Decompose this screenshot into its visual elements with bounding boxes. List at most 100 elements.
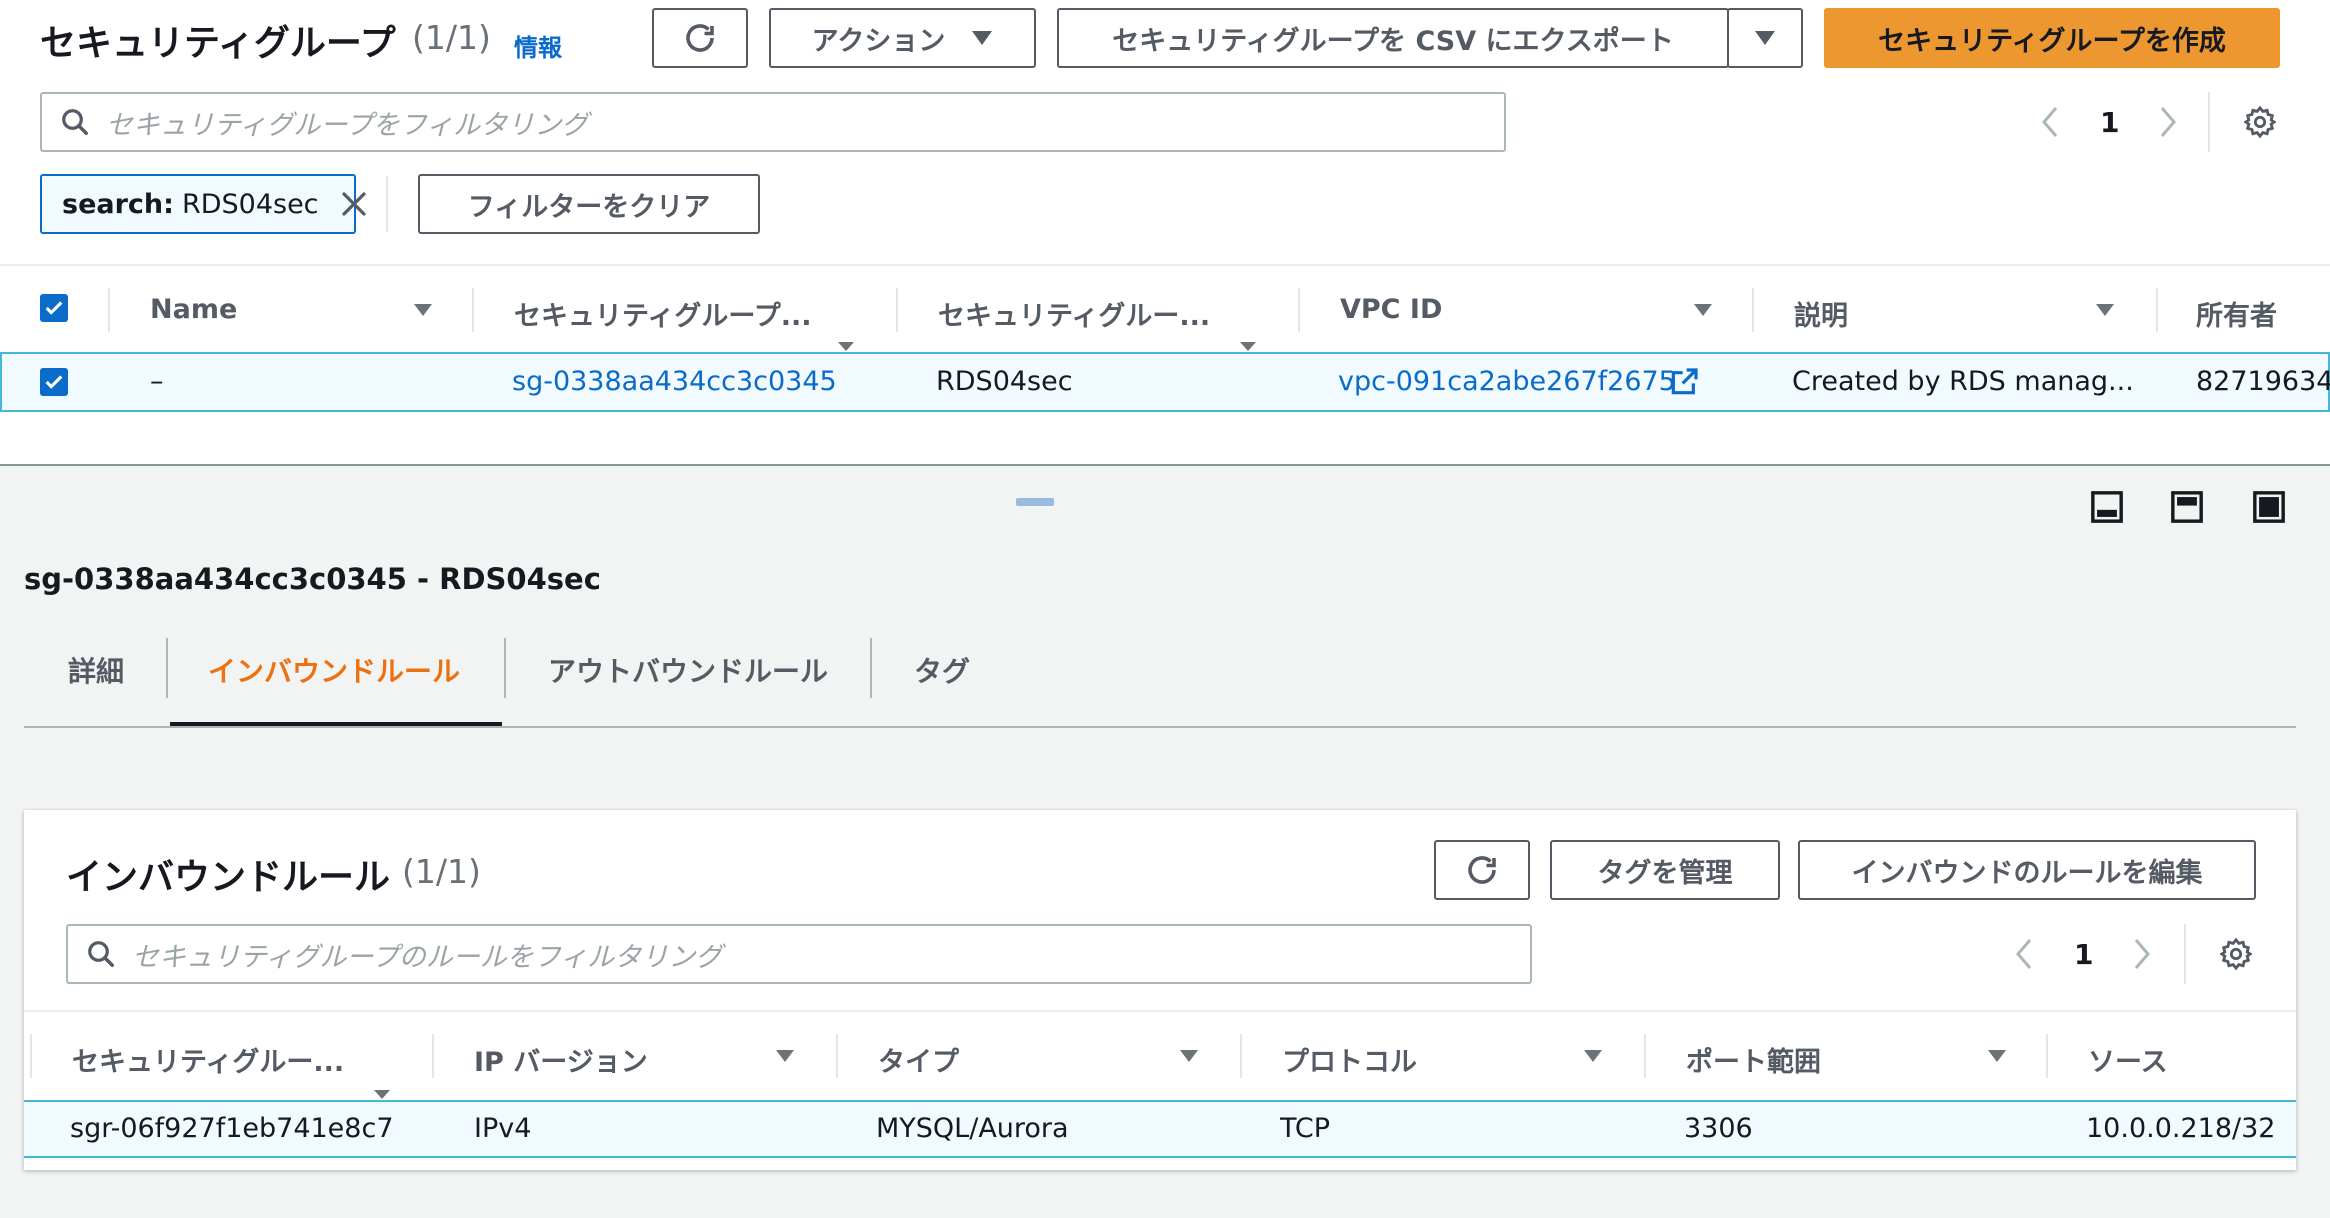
tab-tags[interactable]: タグ: [914, 650, 970, 690]
table-row[interactable]: sgr-06f927f1eb741e8c7 IPv4 MYSQL/Aurora …: [24, 1100, 2296, 1158]
search-icon: [60, 107, 90, 137]
column-rule-id[interactable]: セキュリティグルー...: [72, 1040, 362, 1079]
preferences-button[interactable]: [2218, 936, 2254, 972]
cell-group-id[interactable]: sg-0338aa434cc3c0345: [512, 366, 837, 397]
inbound-rules-container: インバウンドルール (1/1) タグを管理 インバウンドのルールを編集 セキュリ…: [24, 810, 2296, 1170]
divider: [472, 288, 474, 332]
manage-tags-button[interactable]: タグを管理: [1550, 840, 1780, 900]
sort-icon[interactable]: [776, 1050, 794, 1062]
cell-group-name: RDS04sec: [936, 366, 1073, 397]
sort-icon[interactable]: [1240, 342, 1256, 351]
divider: [896, 288, 898, 332]
column-protocol[interactable]: プロトコル: [1282, 1040, 1417, 1079]
sort-icon[interactable]: [2096, 304, 2114, 316]
create-security-group-button[interactable]: セキュリティグループを作成: [1824, 8, 2280, 68]
inbound-title: インバウンドルール: [66, 857, 391, 898]
caret-down-icon: [971, 30, 993, 46]
column-description[interactable]: 説明: [1794, 294, 1848, 333]
rules-search-placeholder: セキュリティグループのルールをフィルタリング: [132, 941, 723, 973]
detail-title: sg-0338aa434cc3c0345 - RDS04sec: [24, 562, 601, 596]
export-csv-label: セキュリティグループを CSV にエクスポート: [1112, 25, 1674, 57]
search-input[interactable]: セキュリティグループをフィルタリング: [40, 92, 1506, 152]
inbound-refresh-button[interactable]: [1434, 840, 1530, 900]
resize-handle[interactable]: [1016, 498, 1054, 506]
sort-icon[interactable]: [838, 342, 854, 351]
actions-dropdown[interactable]: アクション: [769, 8, 1036, 68]
rules-search-input[interactable]: セキュリティグループのルールをフィルタリング: [66, 924, 1532, 984]
edit-inbound-rules-button[interactable]: インバウンドのルールを編集: [1798, 840, 2256, 900]
tab-details[interactable]: 詳細: [68, 650, 124, 690]
sort-icon[interactable]: [1584, 1050, 1602, 1062]
divider: [504, 638, 506, 698]
cell-owner: 82719634: [2196, 366, 2330, 397]
table-row[interactable]: – sg-0338aa434cc3c0345 RDS04sec vpc-091c…: [0, 352, 2330, 412]
column-group-name[interactable]: セキュリティグルー...: [938, 294, 1228, 333]
search-icon: [86, 939, 116, 969]
next-page-button[interactable]: [2124, 936, 2160, 972]
page-number[interactable]: 1: [2100, 106, 2119, 139]
column-group-id[interactable]: セキュリティグループ...: [514, 294, 830, 333]
sort-icon[interactable]: [374, 1090, 390, 1099]
cell-rule-id: sgr-06f927f1eb741e8c7: [70, 1113, 394, 1144]
actions-label: アクション: [811, 25, 946, 57]
preferences-button[interactable]: [2242, 104, 2278, 140]
sort-icon[interactable]: [1694, 304, 1712, 316]
cell-vpc-id[interactable]: vpc-091ca2abe267f2675: [1338, 366, 1676, 397]
filter-token: search: RDS04sec: [40, 174, 366, 234]
sort-icon[interactable]: [1180, 1050, 1198, 1062]
select-all-checkbox[interactable]: [40, 294, 68, 322]
create-label: セキュリティグループを作成: [1878, 25, 2226, 57]
cell-protocol: TCP: [1280, 1113, 1331, 1144]
divider: [432, 1034, 434, 1078]
column-ip-version[interactable]: IP バージョン: [474, 1040, 648, 1079]
column-name[interactable]: Name: [150, 294, 237, 325]
row-checkbox[interactable]: [40, 368, 68, 396]
cell-source: 10.0.0.218/32: [2086, 1113, 2276, 1144]
clear-filters-button[interactable]: フィルターをクリア: [418, 174, 760, 234]
cell-ip-version: IPv4: [474, 1113, 532, 1144]
sort-icon[interactable]: [1988, 1050, 2006, 1062]
refresh-button[interactable]: [652, 8, 748, 68]
tab-outbound-rules[interactable]: アウトバウンドルール: [548, 650, 828, 690]
column-port-range[interactable]: ポート範囲: [1686, 1040, 1821, 1079]
panel-side-icon: [2171, 491, 2203, 523]
column-type[interactable]: タイプ: [878, 1040, 959, 1079]
page-title: セキュリティグループ: [40, 23, 396, 64]
cell-name: –: [150, 366, 164, 397]
gear-icon: [2219, 937, 2253, 971]
next-page-button[interactable]: [2150, 104, 2186, 140]
divider: [1298, 288, 1300, 332]
divider: [108, 288, 110, 332]
table-header: Name セキュリティグループ... セキュリティグルー... VPC ID 説…: [0, 264, 2330, 352]
divider: [2156, 288, 2158, 332]
prev-page-button[interactable]: [2032, 104, 2068, 140]
tab-inbound-rules[interactable]: インバウンドルール: [208, 650, 460, 690]
cell-description: Created by RDS manag...: [1792, 366, 2132, 397]
prev-page-button[interactable]: [2006, 936, 2042, 972]
column-owner[interactable]: 所有者: [2196, 294, 2277, 333]
panel-maximize-button[interactable]: [2252, 490, 2286, 524]
panel-position-side-button[interactable]: [2170, 490, 2204, 524]
column-source[interactable]: ソース: [2088, 1040, 2168, 1079]
tabs-underline: [24, 726, 2296, 728]
export-dropdown-button[interactable]: [1727, 8, 1803, 68]
external-link-icon[interactable]: [1668, 366, 1700, 398]
cell-type: MYSQL/Aurora: [876, 1113, 1069, 1144]
inbound-count: (1/1): [402, 852, 481, 891]
search-placeholder: セキュリティグループをフィルタリング: [106, 109, 589, 141]
divider: [870, 638, 872, 698]
chevron-left-icon: [2016, 939, 2032, 969]
panel-bottom-icon: [2091, 491, 2123, 523]
divider: [30, 1034, 32, 1078]
info-link[interactable]: 情報: [514, 28, 562, 63]
clear-filters-label: フィルターをクリア: [467, 191, 711, 223]
sort-icon[interactable]: [414, 304, 432, 316]
rules-table-header: セキュリティグルー... IP バージョン タイプ プロトコル ポート範囲 ソー…: [24, 1010, 2296, 1100]
panel-position-bottom-button[interactable]: [2090, 490, 2124, 524]
security-groups-panel: セキュリティグループ (1/1) 情報 アクション セキュリティグループを CS…: [0, 0, 2330, 465]
column-vpc-id[interactable]: VPC ID: [1340, 294, 1442, 325]
page-number[interactable]: 1: [2074, 938, 2093, 971]
export-csv-button[interactable]: セキュリティグループを CSV にエクスポート: [1057, 8, 1729, 68]
close-icon[interactable]: [339, 189, 369, 219]
refresh-icon: [1464, 852, 1500, 888]
